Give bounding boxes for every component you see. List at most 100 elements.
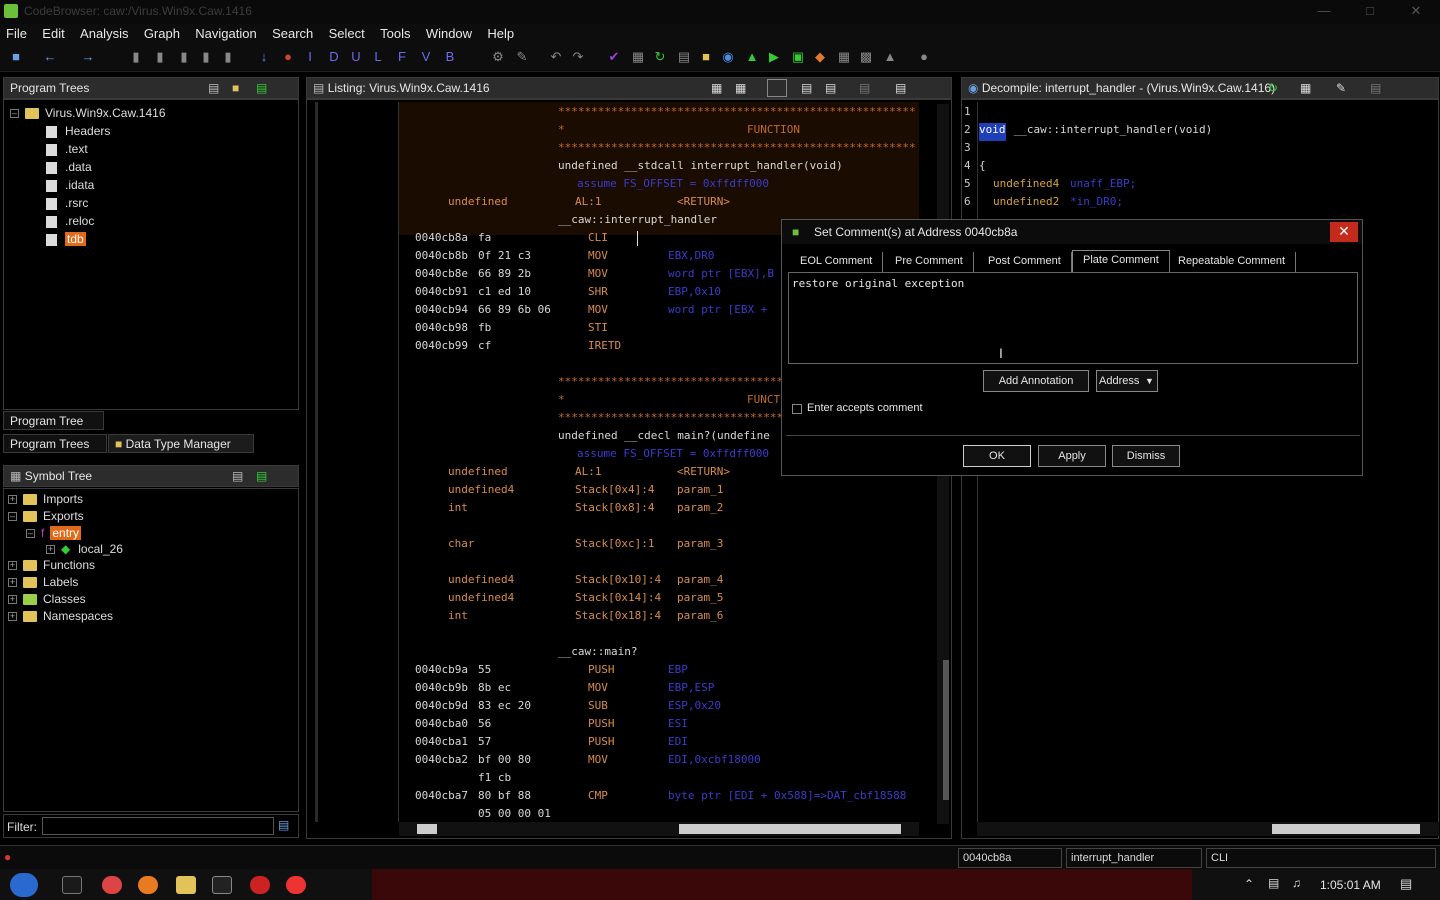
forward-icon[interactable]: →: [80, 49, 96, 65]
add-annotation-button[interactable]: Add Annotation: [983, 370, 1089, 392]
redo-icon[interactable]: ↷: [570, 49, 586, 65]
tray-chevron-up-icon[interactable]: ⌃: [1244, 877, 1254, 891]
nav-doc-icon-2[interactable]: ▮: [152, 49, 168, 65]
toolbar-v[interactable]: V: [418, 49, 434, 65]
symbol-functions[interactable]: + Functions: [8, 558, 95, 575]
file-explorer-icon[interactable]: [176, 876, 196, 894]
function2-signature[interactable]: undefined __cdecl main?(undefine: [558, 429, 770, 447]
window-icon[interactable]: ▩: [858, 49, 874, 65]
decompile-hscroll-thumb[interactable]: [1272, 824, 1420, 834]
symbol-local-26[interactable]: + ◆ local_26: [46, 542, 123, 559]
ok-button[interactable]: OK: [963, 445, 1031, 467]
create-namespace-icon[interactable]: ▤: [232, 469, 243, 483]
diamond-icon[interactable]: ◆: [812, 49, 828, 65]
filter-input[interactable]: [42, 817, 274, 835]
listing-vscroll-thumb[interactable]: [943, 660, 949, 800]
ghidra-taskbar-icon[interactable]: [286, 876, 306, 894]
symbol-labels[interactable]: + Labels: [8, 575, 78, 592]
firefox-icon[interactable]: [138, 876, 158, 894]
tree-icon[interactable]: ▲: [882, 49, 898, 65]
symbol-imports[interactable]: + Imports: [8, 492, 83, 509]
decompile-snapshot-icon[interactable]: ▤: [1370, 81, 1381, 95]
help-icon[interactable]: ●: [916, 49, 932, 65]
apply-button[interactable]: Apply: [1038, 445, 1106, 467]
tree-item-data[interactable]: .data: [46, 160, 92, 177]
stop-icon[interactable]: ●: [280, 49, 296, 65]
toolbar-u[interactable]: U: [348, 49, 364, 65]
function-graph-icon[interactable]: ▣: [790, 49, 806, 65]
listing-hscroll-thumb[interactable]: [679, 824, 901, 834]
menu-help[interactable]: Help: [481, 24, 520, 41]
tree-item-reloc[interactable]: .reloc: [46, 214, 94, 231]
listing-hscroll-left[interactable]: [417, 824, 437, 834]
check-icon[interactable]: ✔: [606, 49, 622, 65]
annotation-type-select[interactable]: Address ▼: [1096, 370, 1158, 392]
filter-options-icon[interactable]: ▤: [278, 818, 289, 832]
tab-program-tree[interactable]: Program Tree: [3, 411, 104, 430]
cursor-tool-icon[interactable]: [767, 79, 787, 97]
task-view-icon[interactable]: [62, 876, 82, 894]
symbol-namespaces[interactable]: + Namespaces: [8, 609, 113, 626]
tree-root[interactable]: – Virus.Win9x.Caw.1416: [10, 106, 166, 123]
copy-icon[interactable]: ▦: [711, 81, 722, 95]
symbol-classes[interactable]: + Classes: [8, 592, 86, 609]
nav-doc-icon-3[interactable]: ▮: [176, 49, 192, 65]
download-arrow-icon[interactable]: ↓: [256, 49, 272, 65]
script-icon[interactable]: ✎: [514, 49, 530, 65]
tree-item-idata[interactable]: .idata: [46, 178, 94, 195]
new-tree-icon[interactable]: ▤: [208, 81, 219, 95]
expand-icon[interactable]: +: [8, 595, 17, 605]
menu-graph[interactable]: Graph: [138, 24, 186, 41]
menu-edit[interactable]: Edit: [36, 24, 70, 41]
add-fragment-icon[interactable]: ▤: [256, 81, 267, 95]
tree-item-tdb[interactable]: tdb: [46, 232, 86, 249]
collapse-icon[interactable]: –: [26, 529, 35, 539]
menu-select[interactable]: Select: [323, 24, 371, 41]
menu-navigation[interactable]: Navigation: [189, 24, 262, 41]
listing-options-icon[interactable]: ▤: [895, 81, 906, 95]
expand-icon[interactable]: +: [8, 495, 17, 505]
graph-icon[interactable]: ▲: [744, 49, 760, 65]
menu-tools[interactable]: Tools: [374, 24, 416, 41]
maximize-button[interactable]: □: [1348, 0, 1392, 22]
toolbar-i[interactable]: I: [302, 49, 318, 65]
toolbar-d[interactable]: D: [326, 49, 342, 65]
bytes-icon[interactable]: ▦: [630, 49, 646, 65]
snapshot-icon[interactable]: ▤: [859, 81, 870, 95]
clock[interactable]: 1:05:01 AM: [1320, 878, 1381, 892]
enter-accepts-checkbox[interactable]: [792, 404, 802, 414]
menu-analysis[interactable]: Analysis: [74, 24, 134, 41]
tab-data-type-manager[interactable]: ■ Data Type Manager: [108, 434, 254, 453]
field-layout-icon[interactable]: ▤: [801, 81, 812, 95]
decompile-refresh-icon[interactable]: ↻: [1268, 81, 1278, 95]
tab-pre-comment[interactable]: Pre Comment: [885, 252, 974, 272]
save-icon[interactable]: ■: [8, 49, 24, 65]
symbol-entry[interactable]: – f entry: [26, 526, 82, 543]
symbol-exports[interactable]: – Exports: [8, 509, 84, 526]
create-class-icon[interactable]: ▤: [256, 469, 267, 483]
paste-icon[interactable]: ▦: [735, 81, 746, 95]
toolbar-f[interactable]: F: [394, 49, 410, 65]
app-icon-red[interactable]: [250, 876, 270, 894]
tab-post-comment[interactable]: Post Comment: [978, 252, 1072, 272]
chrome-icon[interactable]: [102, 876, 122, 894]
tab-eol-comment[interactable]: EOL Comment: [790, 252, 884, 272]
expand-icon[interactable]: +: [8, 561, 17, 571]
start-button-icon[interactable]: [10, 873, 38, 897]
dialog-close-button[interactable]: ✕: [1330, 222, 1358, 242]
expand-icon[interactable]: +: [8, 612, 17, 622]
folder-icon[interactable]: ■: [698, 49, 714, 65]
menu-file[interactable]: File: [0, 24, 33, 41]
tree-item-headers[interactable]: Headers: [46, 124, 110, 141]
back-icon[interactable]: ←: [42, 49, 58, 65]
expand-icon[interactable]: +: [8, 578, 17, 588]
network-icon[interactable]: ▤: [1268, 876, 1279, 890]
notifications-icon[interactable]: ▤: [1400, 876, 1412, 892]
function2-label[interactable]: __caw::main?: [558, 645, 637, 663]
tab-repeatable-comment[interactable]: Repeatable Comment: [1168, 252, 1297, 272]
decompile-edit-icon[interactable]: ✎: [1336, 81, 1346, 95]
comment-textarea[interactable]: restore original exception I: [788, 272, 1358, 364]
refresh-icon[interactable]: ↻: [652, 49, 668, 65]
collapse-icon[interactable]: –: [8, 512, 17, 522]
nav-doc-icon-5[interactable]: ▮: [220, 49, 236, 65]
